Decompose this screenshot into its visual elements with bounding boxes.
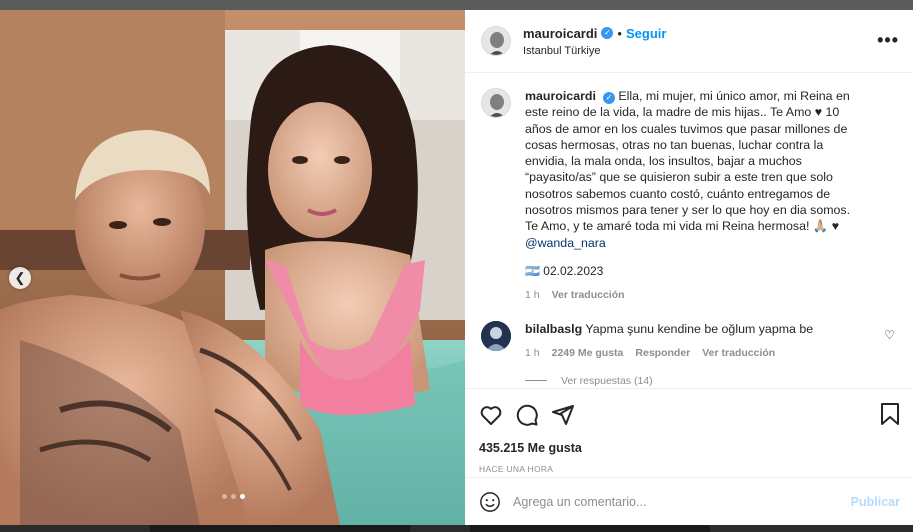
share-icon[interactable] — [551, 403, 575, 427]
next-post-thumbnail — [470, 525, 710, 532]
save-bookmark-icon[interactable] — [879, 402, 901, 426]
emoji-icon[interactable] — [479, 491, 501, 513]
post-header: mauroicardi ✓ • Seguir Istanbul Türkiye … — [465, 10, 913, 73]
comment-item: bilalbaslg Yapma şunu kendine be oğlum y… — [481, 320, 897, 361]
post-time: HACE UNA HORA — [479, 464, 554, 474]
carousel-dot — [231, 494, 236, 499]
carousel-dot-active — [240, 494, 245, 499]
translate-comment-button[interactable]: Ver traducción — [702, 345, 775, 361]
post-side-panel: mauroicardi ✓ • Seguir Istanbul Türkiye … — [465, 10, 913, 525]
more-options-icon[interactable]: ••• — [877, 30, 899, 51]
comment-icon[interactable] — [515, 403, 539, 427]
mention-link[interactable]: @wanda_nara — [525, 236, 606, 250]
chevron-left-icon: ❮ — [14, 270, 26, 285]
like-comment-heart-icon[interactable]: ♡ — [884, 328, 895, 342]
caption-date: 🇦🇷 02.02.2023 — [525, 263, 604, 278]
caption-text: Ella, mi mujer, mi único amor, mi Reina … — [525, 89, 851, 234]
couple-selfie-image — [0, 10, 465, 525]
publish-button[interactable]: Publicar — [851, 495, 900, 509]
view-replies-button[interactable]: Ver respuestas (14) — [525, 375, 897, 387]
avatar-image — [481, 320, 511, 351]
verified-badge-icon: ✓ — [601, 27, 614, 39]
commenter-username[interactable]: bilalbaslg — [525, 322, 582, 336]
carousel-indicator — [222, 494, 245, 499]
comment-composer: Publicar — [465, 477, 913, 525]
comment-like-count[interactable]: 2249 Me gusta — [552, 345, 624, 361]
view-replies-label: Ver respuestas (14) — [561, 374, 653, 387]
caption: mauroicardi ✓ Ella, mi mujer, mi único am… — [481, 88, 897, 304]
browser-top-band — [0, 0, 913, 10]
verified-badge-icon: ✓ — [602, 92, 615, 104]
author-avatar[interactable] — [481, 26, 511, 56]
likes-count[interactable]: 435.215 Me gusta — [479, 441, 899, 455]
separator-dot: • — [617, 25, 622, 41]
translate-caption-button[interactable]: Ver traducción — [552, 287, 625, 303]
carousel-prev-button[interactable]: ❮ — [9, 267, 31, 289]
carousel-dot — [222, 494, 227, 499]
avatar-image — [482, 89, 510, 117]
follow-button[interactable]: Seguir — [626, 26, 666, 41]
comment-age: 1 h — [525, 346, 540, 359]
caption-author-avatar[interactable] — [481, 88, 511, 118]
commenter-avatar[interactable] — [481, 320, 511, 351]
author-username[interactable]: mauroicardi — [523, 26, 597, 41]
post-image: ❮ — [0, 10, 465, 525]
caption-age: 1 h — [525, 289, 540, 302]
caption-username[interactable]: mauroicardi — [525, 89, 596, 103]
comments-section[interactable]: mauroicardi ✓ Ella, mi mujer, mi único am… — [465, 73, 913, 388]
replies-divider — [525, 380, 547, 382]
heart-icon[interactable] — [479, 403, 503, 427]
post-location[interactable]: Istanbul Türkiye — [523, 45, 666, 57]
reply-button[interactable]: Responder — [635, 345, 690, 361]
comment-text: Yapma şunu kendine be oğlum yapma be — [585, 321, 814, 336]
avatar-image — [482, 27, 510, 55]
next-post-thumbnail — [150, 525, 410, 532]
comment-input[interactable] — [513, 494, 833, 509]
browser-bottom-band — [0, 525, 913, 532]
